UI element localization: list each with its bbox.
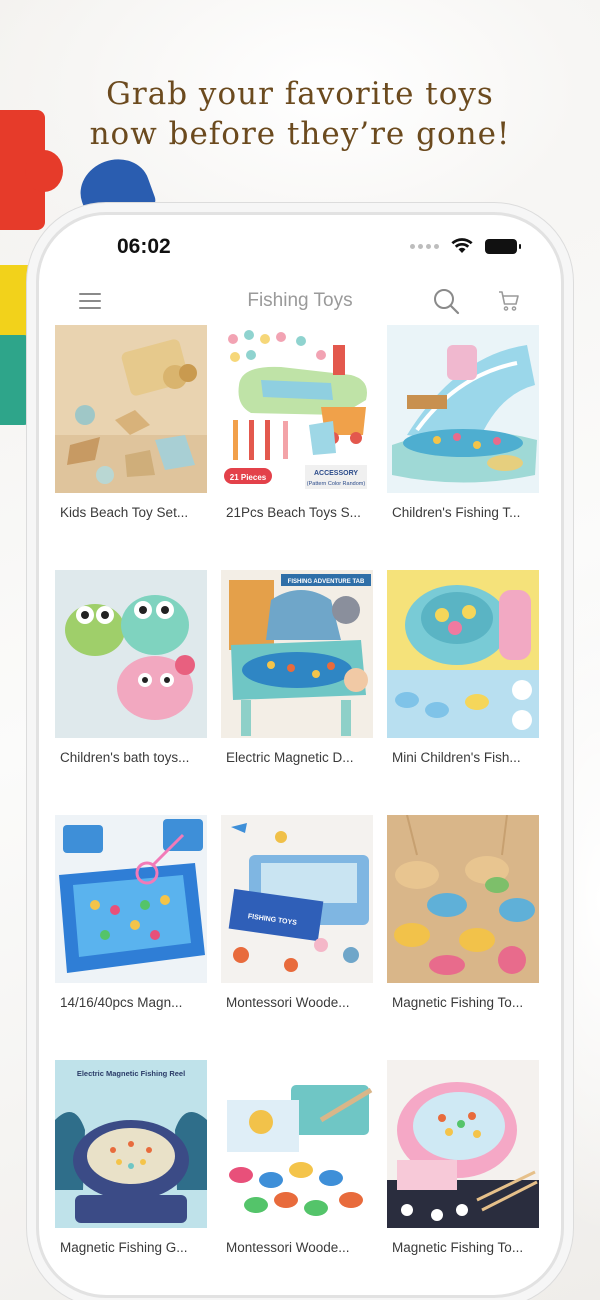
product-card[interactable]: Electric Magnetic Fishing Reel Magnetic …: [55, 1060, 207, 1295]
status-icons: [410, 238, 521, 254]
product-grid-scroll[interactable]: Kids Beach Toy Set... 21 Pieces ACCESSOR…: [55, 325, 551, 1295]
product-card[interactable]: Children's bath toys...: [55, 570, 207, 815]
app-header: Fishing Toys: [39, 279, 561, 324]
product-card[interactable]: Magnetic Fishing To...: [387, 815, 539, 1060]
product-image: FISHING TOYS: [221, 815, 373, 983]
product-title: Children's Fishing T...: [392, 505, 521, 520]
marketing-headline: Grab your favorite toys now before they’…: [0, 74, 600, 154]
page-title: Fishing Toys: [247, 290, 353, 311]
wifi-icon: [451, 238, 473, 253]
product-image: Electric Magnetic Fishing Reel: [55, 1060, 207, 1228]
product-image: [387, 570, 539, 738]
product-image: FISHING ADVENTURE TAB: [221, 570, 373, 738]
product-card[interactable]: Montessori Woode...: [221, 1060, 373, 1295]
product-caption-2: (Pattern Color Random): [307, 481, 366, 487]
product-image: [221, 1060, 373, 1228]
product-title: Electric Magnetic D...: [226, 750, 354, 765]
product-banner: FISHING ADVENTURE TAB: [288, 579, 365, 585]
product-card[interactable]: 14/16/40pcs Magn...: [55, 815, 207, 1060]
phone-power-button: [566, 550, 570, 660]
product-image: [387, 815, 539, 983]
product-title: Magnetic Fishing G...: [60, 1240, 188, 1255]
product-image: [387, 1060, 539, 1228]
product-title: 14/16/40pcs Magn...: [60, 995, 183, 1010]
product-card[interactable]: 21 Pieces ACCESSORY (Pattern Color Rando…: [221, 325, 373, 570]
product-title: Montessori Woode...: [226, 995, 350, 1010]
headline-line-2: now before they’re gone!: [89, 116, 511, 152]
product-title: Montessori Woode...: [226, 1240, 350, 1255]
product-card[interactable]: Children's Fishing T...: [387, 325, 539, 570]
product-title: Magnetic Fishing To...: [392, 1240, 524, 1255]
product-image: [55, 325, 207, 493]
product-card[interactable]: Mini Children's Fish...: [387, 570, 539, 815]
product-title: 21Pcs Beach Toys S...: [226, 505, 361, 520]
status-time: 06:02: [117, 235, 171, 258]
product-title: Children's bath toys...: [60, 750, 190, 765]
product-image: [387, 325, 539, 493]
phone-frame: 06:02 Fishing Toys Kids Beach Toy Set...…: [36, 212, 564, 1298]
product-title: Mini Children's Fish...: [392, 750, 521, 765]
product-card[interactable]: FISHING ADVENTURE TAB Electric Magnetic …: [221, 570, 373, 815]
product-image: 21 Pieces ACCESSORY (Pattern Color Rando…: [221, 325, 373, 493]
product-title: Magnetic Fishing To...: [392, 995, 524, 1010]
product-title: Kids Beach Toy Set...: [60, 505, 189, 520]
battery-icon: [485, 238, 521, 254]
product-grid: Kids Beach Toy Set... 21 Pieces ACCESSOR…: [55, 325, 551, 1295]
product-card[interactable]: Kids Beach Toy Set...: [55, 325, 207, 570]
status-bar: 06:02: [39, 215, 561, 275]
product-image: [55, 570, 207, 738]
puzzle-piece-teal: [0, 335, 30, 425]
product-image: [55, 815, 207, 983]
search-icon[interactable]: [432, 287, 460, 315]
phone-volume-up: [30, 530, 34, 600]
product-card[interactable]: Magnetic Fishing To...: [387, 1060, 539, 1295]
headline-line-1: Grab your favorite toys: [106, 76, 494, 112]
phone-side-button: [30, 450, 34, 480]
product-card[interactable]: FISHING TOYS Montessori Woode...: [221, 815, 373, 1060]
product-badge: 21 Pieces: [230, 473, 267, 482]
cart-icon[interactable]: [497, 289, 521, 313]
product-caption-1: ACCESSORY: [314, 470, 358, 477]
product-banner: Electric Magnetic Fishing Reel: [77, 1069, 185, 1078]
signal-dots-icon: [410, 243, 439, 249]
phone-volume-down: [30, 620, 34, 690]
